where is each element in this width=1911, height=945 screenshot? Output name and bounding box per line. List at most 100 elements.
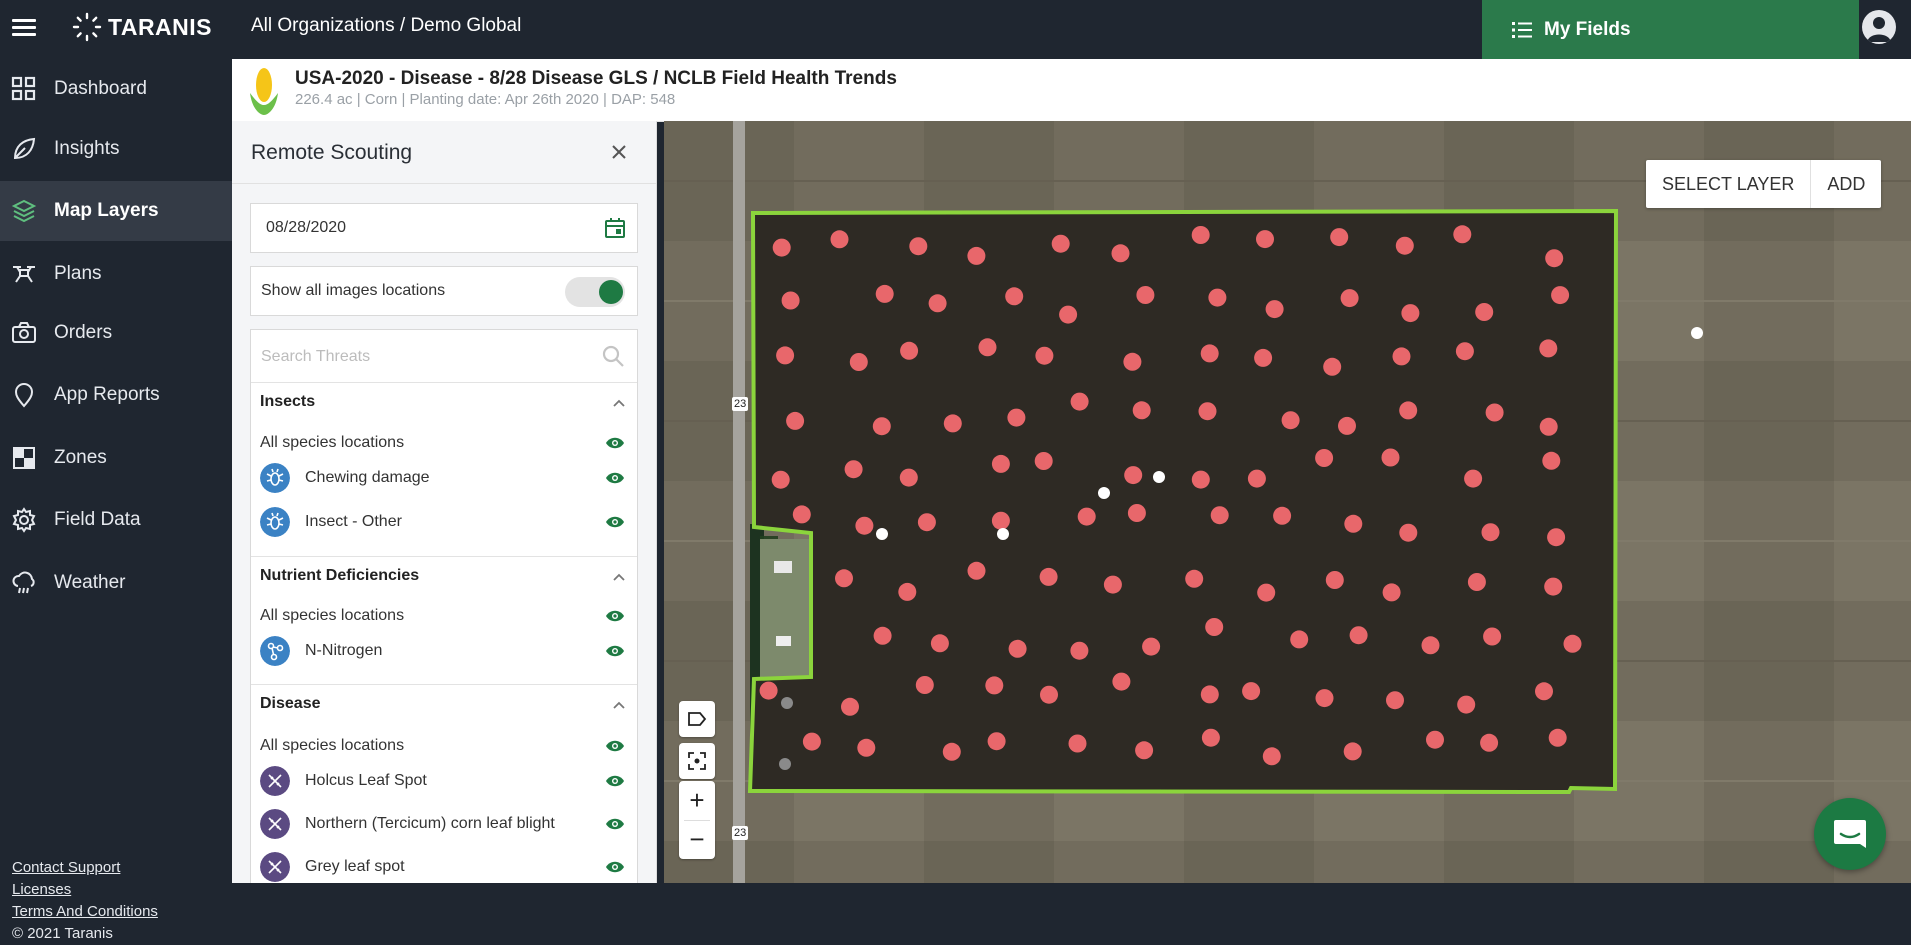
- scouting-point[interactable]: [967, 561, 986, 580]
- scouting-point[interactable]: [1551, 286, 1570, 305]
- scouting-point[interactable]: [1325, 571, 1344, 589]
- scouting-point[interactable]: [792, 505, 811, 524]
- scouting-point[interactable]: [987, 732, 1006, 751]
- contact-support-link[interactable]: Contact Support: [12, 857, 158, 879]
- scouting-point[interactable]: [1135, 741, 1154, 760]
- scouting-point[interactable]: [991, 454, 1010, 473]
- scouting-point[interactable]: [900, 341, 919, 360]
- section-nutrient-deficiencies[interactable]: Nutrient Deficiencies: [251, 556, 637, 596]
- scouting-point[interactable]: [1544, 577, 1563, 596]
- scouting-point[interactable]: [772, 238, 791, 257]
- sidebar-item-weather[interactable]: Weather: [0, 553, 232, 613]
- scouting-point[interactable]: [759, 681, 778, 700]
- scouting-point[interactable]: [872, 417, 891, 436]
- scouting-point[interactable]: [1323, 357, 1342, 376]
- scouting-point[interactable]: [1070, 392, 1089, 411]
- satellite-map[interactable]: 23 23: [664, 121, 1911, 883]
- scouting-point[interactable]: [1344, 514, 1363, 533]
- eye-icon[interactable]: [605, 738, 625, 754]
- sidebar-item-zones[interactable]: Zones: [0, 428, 232, 488]
- scouting-point[interactable]: [1401, 304, 1420, 323]
- sidebar-item-field-data[interactable]: Field Data: [0, 490, 232, 550]
- scouting-point[interactable]: [1191, 226, 1210, 244]
- chevron-up-icon[interactable]: [611, 697, 627, 713]
- scouting-point[interactable]: [1111, 244, 1130, 263]
- scouting-point[interactable]: [1392, 347, 1411, 366]
- scouting-point[interactable]: [1381, 448, 1400, 467]
- image-location-point[interactable]: [876, 528, 888, 540]
- eye-icon[interactable]: [605, 608, 625, 624]
- scouting-point[interactable]: [1386, 691, 1404, 710]
- scouting-point[interactable]: [1457, 695, 1476, 714]
- eye-icon[interactable]: [605, 773, 625, 789]
- scouting-point[interactable]: [1112, 672, 1131, 691]
- scouting-point[interactable]: [1035, 346, 1054, 365]
- scouting-point[interactable]: [909, 237, 928, 256]
- scouting-point[interactable]: [917, 513, 936, 532]
- scouting-point[interactable]: [1077, 507, 1096, 526]
- scouting-point[interactable]: [1039, 567, 1058, 586]
- scouting-point[interactable]: [1059, 305, 1078, 324]
- scouting-point[interactable]: [1483, 627, 1502, 646]
- scouting-point[interactable]: [1395, 236, 1414, 255]
- image-location-point[interactable]: [1691, 327, 1703, 339]
- scouting-point[interactable]: [1198, 402, 1217, 421]
- scouting-point[interactable]: [1290, 630, 1309, 649]
- close-icon[interactable]: [608, 141, 630, 163]
- map-label-tool[interactable]: [679, 701, 715, 737]
- eye-icon[interactable]: [605, 470, 625, 486]
- scouting-point[interactable]: [1242, 682, 1261, 701]
- image-location-point[interactable]: [1098, 487, 1110, 499]
- scouting-point[interactable]: [1265, 300, 1284, 319]
- scouting-point[interactable]: [1191, 470, 1210, 489]
- scouting-point[interactable]: [1254, 348, 1273, 367]
- scouting-point[interactable]: [1464, 469, 1483, 488]
- terms-link[interactable]: Terms And Conditions: [12, 901, 158, 923]
- sidebar-item-app-reports[interactable]: App Reports: [0, 365, 232, 425]
- scouting-point[interactable]: [1142, 637, 1161, 656]
- scouting-point[interactable]: [1247, 469, 1266, 488]
- scouting-point[interactable]: [1281, 411, 1300, 430]
- sidebar-item-insights[interactable]: Insights: [0, 119, 232, 179]
- scouting-point[interactable]: [991, 511, 1010, 530]
- scouting-point[interactable]: [1273, 506, 1292, 525]
- scouting-point[interactable]: [1200, 685, 1219, 704]
- organization-breadcrumb[interactable]: All Organizations / Demo Global: [251, 15, 521, 37]
- date-picker-field[interactable]: 08/28/2020: [250, 203, 638, 253]
- scouting-point[interactable]: [776, 346, 795, 365]
- scouting-point[interactable]: [786, 411, 805, 430]
- scouting-point[interactable]: [1399, 401, 1418, 420]
- show-images-toggle[interactable]: [565, 277, 625, 307]
- scouting-point[interactable]: [1201, 728, 1220, 747]
- image-location-point[interactable]: [1153, 471, 1165, 483]
- scouting-point[interactable]: [1399, 523, 1418, 542]
- eye-icon[interactable]: [605, 514, 625, 530]
- map-canvas[interactable]: [664, 121, 1911, 883]
- scouting-point[interactable]: [1545, 249, 1564, 268]
- scouting-point[interactable]: [1453, 225, 1472, 244]
- scouting-point[interactable]: [1070, 641, 1089, 660]
- scouting-point[interactable]: [1547, 528, 1566, 547]
- map-focus-tool[interactable]: [679, 743, 715, 779]
- scouting-point[interactable]: [899, 468, 918, 487]
- chat-support-button[interactable]: [1814, 798, 1886, 870]
- scouting-point[interactable]: [1539, 417, 1558, 436]
- scouting-point[interactable]: [1343, 742, 1362, 761]
- scouting-point[interactable]: [802, 732, 821, 751]
- scouting-point[interactable]: [1123, 352, 1142, 371]
- add-layer-button[interactable]: ADD: [1811, 160, 1881, 208]
- scouting-point[interactable]: [841, 697, 859, 716]
- scouting-point[interactable]: [1008, 639, 1027, 658]
- scouting-point[interactable]: [1005, 287, 1024, 306]
- scouting-point[interactable]: [1262, 747, 1281, 766]
- chevron-up-icon[interactable]: [611, 569, 627, 585]
- scouting-point[interactable]: [1103, 575, 1122, 594]
- scouting-point[interactable]: [1382, 583, 1401, 602]
- chevron-up-icon[interactable]: [611, 395, 627, 411]
- section-insects[interactable]: Insects: [251, 382, 637, 422]
- scouting-point[interactable]: [928, 294, 947, 313]
- panel-scrollbar[interactable]: [656, 121, 657, 883]
- scouting-point[interactable]: [1542, 451, 1561, 470]
- eye-icon[interactable]: [605, 816, 625, 832]
- scouting-point[interactable]: [1132, 401, 1151, 420]
